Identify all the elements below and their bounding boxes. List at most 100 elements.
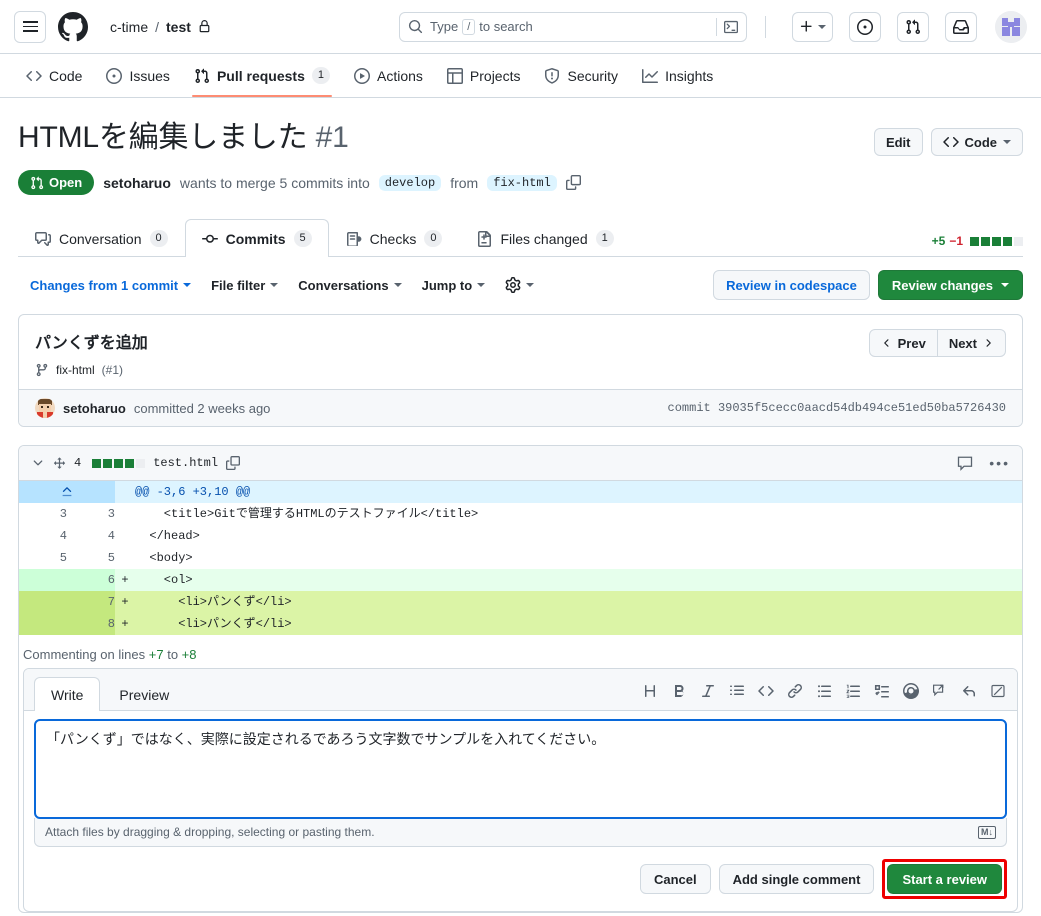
- tab-write[interactable]: Write: [34, 677, 101, 711]
- repo-nav-projects[interactable]: Projects: [437, 55, 531, 97]
- changes-from-commit-dropdown[interactable]: Changes from 1 commit: [30, 277, 192, 293]
- diff-toolbar: Changes from 1 commit File filter Conver…: [18, 257, 1023, 312]
- search-slash-key: /: [462, 18, 476, 35]
- ordered-list-icon[interactable]: [844, 682, 862, 700]
- diff-code[interactable]: <title>Gitで管理するHTMLのテストファイル</title>: [135, 503, 1022, 525]
- tab-commits-label: Commits: [225, 230, 286, 247]
- diff-new-line: 4: [67, 525, 115, 547]
- table-row: 4 4 </head>: [19, 525, 1022, 547]
- pr-author[interactable]: setoharuo: [103, 175, 171, 191]
- commit-branch-pr[interactable]: (#1): [102, 363, 123, 377]
- expand-up-icon[interactable]: [19, 481, 115, 503]
- avatar[interactable]: [35, 398, 55, 418]
- diff-code[interactable]: <li>パンくず</li>: [135, 591, 1022, 613]
- quote-icon[interactable]: [728, 682, 746, 700]
- code-icon[interactable]: [757, 682, 775, 700]
- head-branch-chip[interactable]: fix-html: [487, 174, 557, 191]
- bold-icon[interactable]: [670, 682, 688, 700]
- create-new-button[interactable]: [792, 11, 833, 42]
- git-pull-request-icon: [194, 68, 210, 84]
- play-icon: [353, 67, 370, 84]
- breadcrumb-owner[interactable]: c-time: [110, 19, 148, 35]
- task-list-icon[interactable]: [873, 682, 891, 700]
- diffstat-additions: +5: [931, 234, 946, 248]
- prev-commit-button[interactable]: Prev: [868, 329, 938, 357]
- table-row: 8 + <li>パンくず</li>: [19, 613, 1022, 635]
- next-commit-button[interactable]: Next: [937, 329, 1006, 357]
- copy-icon[interactable]: [565, 175, 581, 190]
- tab-checks[interactable]: Checks 0: [329, 219, 460, 257]
- diff-settings-dropdown[interactable]: [505, 277, 535, 293]
- comment-textarea[interactable]: [34, 719, 1007, 819]
- file-filter-dropdown[interactable]: File filter: [211, 278, 279, 293]
- jump-to-dropdown[interactable]: Jump to: [422, 278, 486, 293]
- mention-icon[interactable]: [902, 682, 920, 700]
- code-icon: [942, 134, 959, 150]
- user-avatar[interactable]: [995, 10, 1027, 43]
- tab-preview[interactable]: Preview: [102, 677, 186, 711]
- repo-nav-issues[interactable]: Issues: [96, 55, 179, 97]
- commit-branch-name[interactable]: fix-html: [56, 363, 95, 377]
- review-changes-button[interactable]: Review changes: [877, 270, 1023, 300]
- attach-files-hint[interactable]: Attach files by dragging & dropping, sel…: [34, 818, 1007, 847]
- reference-icon[interactable]: [931, 682, 949, 700]
- tab-checks-label: Checks: [369, 230, 417, 247]
- tab-commits[interactable]: Commits 5: [184, 219, 329, 257]
- italic-icon[interactable]: [699, 682, 717, 700]
- code-button[interactable]: Code: [930, 128, 1023, 156]
- notifications-inbox-button[interactable]: [945, 11, 977, 42]
- issue-opened-icon: [106, 67, 123, 84]
- status-badge: Open: [18, 170, 95, 195]
- file-name[interactable]: test.html: [153, 456, 218, 470]
- start-review-button[interactable]: Start a review: [887, 864, 1002, 894]
- github-logo-icon[interactable]: [58, 11, 88, 42]
- tab-files-changed[interactable]: Files changed 1: [459, 219, 630, 257]
- repo-nav-issues-label: Issues: [129, 67, 170, 84]
- changes-from-commit-label: Changes from 1 commit: [30, 277, 179, 293]
- tab-commits-count: 5: [293, 230, 312, 247]
- diff-hunk-row: @@ -3,6 +3,10 @@: [19, 481, 1022, 503]
- reply-icon[interactable]: [960, 682, 978, 700]
- pull-requests-button[interactable]: [897, 11, 929, 42]
- terminal-icon[interactable]: [716, 17, 738, 36]
- commit-author[interactable]: setoharuo: [63, 401, 126, 416]
- git-branch-icon: [35, 363, 49, 377]
- link-icon[interactable]: [786, 682, 804, 700]
- unordered-list-icon[interactable]: [815, 682, 833, 700]
- comment-discussion-icon: [35, 231, 51, 247]
- cancel-button[interactable]: Cancel: [639, 864, 711, 894]
- diff-code[interactable]: </head>: [135, 525, 1022, 547]
- base-branch-chip[interactable]: develop: [378, 174, 442, 191]
- heading-icon[interactable]: [641, 682, 659, 700]
- repo-nav-insights[interactable]: Insights: [632, 55, 723, 97]
- issues-button[interactable]: [849, 11, 881, 42]
- diff-code[interactable]: <li>パンくず</li>: [135, 613, 1022, 635]
- copy-icon[interactable]: [226, 456, 241, 470]
- hamburger-icon[interactable]: [14, 10, 46, 43]
- diff-code[interactable]: <ol>: [135, 569, 1022, 591]
- edit-button[interactable]: Edit: [873, 128, 923, 156]
- commit-sha-value[interactable]: 39035f5cecc0aacd54db494ce51ed50ba5726430: [718, 401, 1006, 415]
- breadcrumb-repo[interactable]: test: [166, 19, 191, 35]
- diff-stat-icon: [53, 456, 66, 470]
- diff-sign: +: [115, 591, 135, 613]
- conversations-dropdown[interactable]: Conversations: [298, 278, 402, 293]
- saved-replies-icon[interactable]: [989, 682, 1007, 700]
- review-in-codespace-button[interactable]: Review in codespace: [713, 270, 870, 300]
- diff-code[interactable]: <body>: [135, 547, 1022, 569]
- comment-icon[interactable]: [957, 455, 973, 471]
- diff-old-line: 4: [19, 525, 67, 547]
- kebab-horizontal-icon[interactable]: •••: [989, 455, 1010, 471]
- repo-nav-security[interactable]: Security: [534, 55, 628, 97]
- add-single-comment-button[interactable]: Add single comment: [718, 864, 875, 894]
- repo-nav-code[interactable]: Code: [16, 55, 92, 97]
- markdown-toolbar: [641, 682, 1007, 706]
- chevron-down-icon[interactable]: [31, 456, 45, 470]
- chevron-down-icon: [1003, 140, 1011, 144]
- repo-nav-actions[interactable]: Actions: [344, 55, 433, 97]
- search-input[interactable]: Type / to search: [399, 11, 747, 42]
- commit-branch-info: fix-html (#1): [35, 363, 148, 377]
- breadcrumb: c-time / test: [110, 19, 211, 35]
- repo-nav-pull-requests[interactable]: Pull requests 1: [184, 55, 340, 97]
- tab-conversation[interactable]: Conversation 0: [18, 219, 185, 257]
